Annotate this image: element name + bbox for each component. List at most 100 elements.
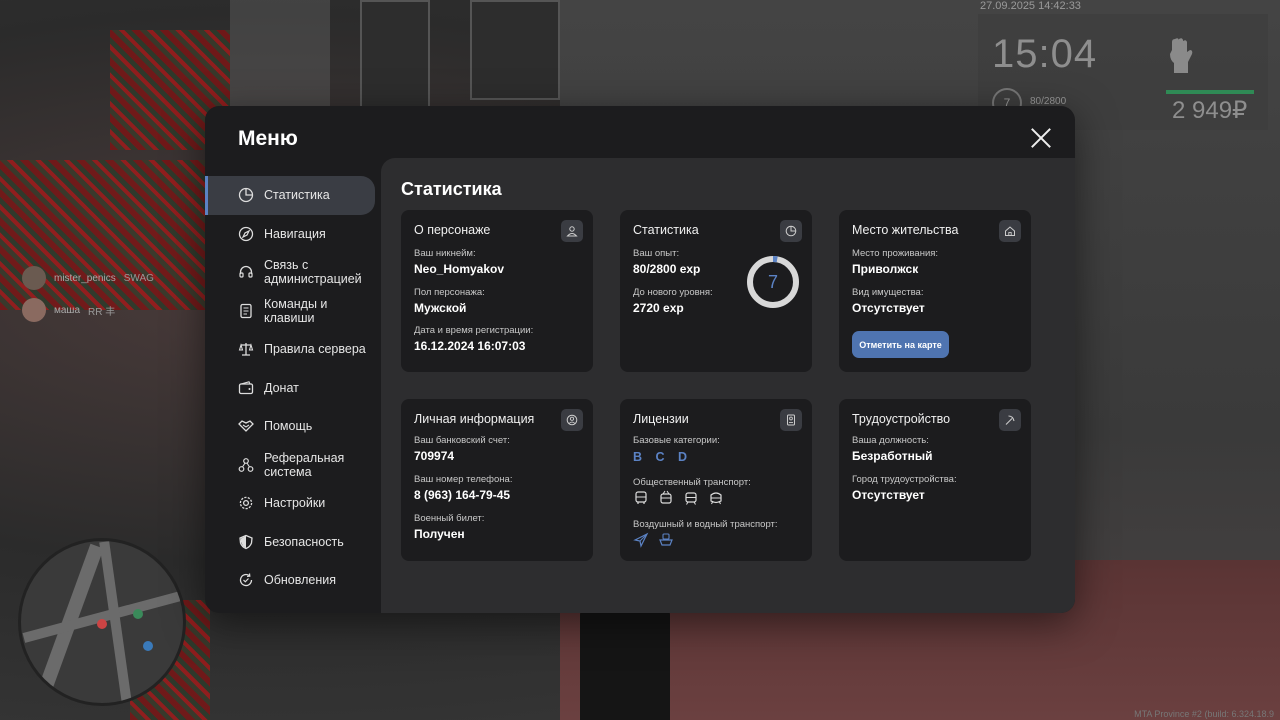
- level-number: 7: [767, 271, 778, 292]
- update-icon: [238, 572, 254, 588]
- network-icon: [238, 457, 254, 473]
- card-title: О персонаже: [414, 223, 491, 237]
- exp-label: Ваш опыт:: [633, 248, 680, 259]
- public-transport-icons: [633, 490, 724, 506]
- sidebar-item-label: Безопасность: [264, 534, 344, 549]
- sidebar-item-statistics[interactable]: Статистика: [205, 176, 375, 215]
- license-category: C: [655, 450, 668, 464]
- work-city-label: Город трудоустройства:: [852, 474, 957, 485]
- sidebar-item-referral[interactable]: Реферальная система: [205, 446, 381, 485]
- headset-icon: [238, 264, 254, 280]
- map-marker: [143, 641, 153, 651]
- chat-username: mister_penics: [54, 272, 116, 284]
- avatar: [22, 298, 46, 322]
- stats-card: Статистика Ваш опыт: 80/2800 exp До ново…: [620, 210, 812, 372]
- map-marker: [133, 609, 143, 619]
- player-marker: [97, 619, 107, 629]
- registration-value: 16.12.2024 16:07:03: [414, 339, 526, 353]
- sidebar-item-label: Навигация: [264, 226, 326, 241]
- sidebar-item-donate[interactable]: Донат: [205, 369, 381, 408]
- sidebar-item-security[interactable]: Безопасность: [205, 523, 381, 562]
- character-card: О персонаже Ваш никнейм: Neo_Homyakov По…: [401, 210, 593, 372]
- employment-card: Трудоустройство Ваша должность: Безработ…: [839, 399, 1031, 561]
- place-label: Место проживания:: [852, 248, 939, 259]
- bank-label: Ваш банковский счет:: [414, 435, 510, 446]
- sidebar-item-help[interactable]: Помощь: [205, 407, 381, 446]
- sidebar-item-rules[interactable]: Правила сервера: [205, 330, 381, 369]
- hud-clock: 15:04: [992, 32, 1098, 76]
- handshake-icon: [238, 418, 254, 434]
- sidebar-item-settings[interactable]: Настройки: [205, 484, 381, 523]
- voice-chat-row: маша RR 丰: [22, 294, 154, 326]
- military-value: Получен: [414, 527, 465, 541]
- health-bar: [1166, 90, 1254, 94]
- chat-tag: RR 丰: [88, 306, 116, 318]
- fist-icon: [1166, 36, 1196, 74]
- position-value: Безработный: [852, 449, 933, 463]
- sidebar-item-label: Статистика: [264, 188, 330, 203]
- sidebar-item-label: Донат: [264, 380, 299, 395]
- sidebar-item-commands[interactable]: Команды и клавиши: [205, 292, 381, 331]
- sidebar-item-label: Обновления: [264, 573, 336, 588]
- license-icon: [780, 409, 802, 431]
- tram-icon: [683, 490, 699, 506]
- sidebar-item-label: Команды и клавиши: [264, 296, 328, 325]
- document-icon: [238, 303, 254, 319]
- card-title: Место жительства: [852, 223, 959, 237]
- hud-datetime: 27.09.2025 14:42:33: [980, 0, 1081, 12]
- close-button[interactable]: [1029, 126, 1053, 150]
- sidebar-item-navigation[interactable]: Навигация: [205, 215, 381, 254]
- position-label: Ваша должность:: [852, 435, 929, 446]
- sidebar-item-label: Помощь: [264, 419, 313, 434]
- card-title: Трудоустройство: [852, 412, 951, 426]
- trolleybus-icon: [658, 490, 674, 506]
- user-icon: [561, 220, 583, 242]
- card-title: Лицензии: [633, 412, 689, 426]
- phone-value: 8 (963) 164-79-45: [414, 488, 511, 502]
- military-label: Военный билет:: [414, 513, 485, 524]
- next-level-value: 2720 exp: [633, 301, 684, 315]
- menu-window: Меню Статистика Навигация Связь с админи…: [205, 106, 1075, 613]
- sidebar-item-updates[interactable]: Обновления: [205, 561, 381, 600]
- person-circle-icon: [561, 409, 583, 431]
- wallet-icon: [238, 380, 254, 396]
- mark-on-map-button[interactable]: Отметить на карте: [852, 331, 949, 358]
- building-window: [470, 0, 560, 100]
- shield-icon: [238, 534, 254, 550]
- license-category: D: [678, 450, 691, 464]
- property-label: Вид имущества:: [852, 287, 924, 298]
- gear-icon: [238, 495, 254, 511]
- bank-value: 709974: [414, 449, 455, 463]
- building-window: [360, 0, 430, 110]
- page-title: Статистика: [401, 179, 502, 199]
- place-value: Приволжск: [852, 262, 919, 276]
- base-categories-label: Базовые категории:: [633, 435, 720, 446]
- sidebar-item-label: Правила сервера: [264, 342, 366, 357]
- player-character: [580, 605, 670, 720]
- chat-username: маша: [54, 304, 81, 316]
- sidebar-item-label: Связь с администрацией: [264, 258, 362, 287]
- card-title: Статистика: [633, 223, 699, 237]
- compass-icon: [238, 226, 254, 242]
- hud-money: 2 949₽: [1172, 97, 1248, 124]
- card-title: Личная информация: [414, 412, 535, 426]
- stats-pie-icon: [780, 220, 802, 242]
- air-water-transport-label: Воздушный и водный транспорт:: [633, 519, 778, 530]
- work-city-value: Отсутствует: [852, 488, 925, 502]
- build-info: MTA Province #2 (build: 6.324.18.9: [1134, 709, 1274, 719]
- nickname-label: Ваш никнейм:: [414, 248, 476, 259]
- licenses-card: Лицензии Базовые категории: B C D Общест…: [620, 399, 812, 561]
- gender-value: Мужской: [414, 301, 467, 315]
- air-water-transport-icons: [633, 532, 674, 548]
- registration-label: Дата и время регистрации:: [414, 325, 534, 336]
- public-transport-label: Общественный транспорт:: [633, 477, 751, 488]
- menu-title: Меню: [238, 127, 298, 150]
- chat-tag: SWAG: [123, 272, 154, 284]
- sidebar-item-admin-contact[interactable]: Связь с администрацией: [205, 253, 381, 292]
- residence-card: Место жительства Место проживания: Приво…: [839, 210, 1031, 372]
- pickaxe-icon: [999, 409, 1021, 431]
- license-categories: B C D: [633, 450, 694, 464]
- property-value: Отсутствует: [852, 301, 925, 315]
- phone-label: Ваш номер телефона:: [414, 474, 513, 485]
- content-panel: Статистика О персонаже Ваш никнейм: Neo_…: [381, 158, 1075, 613]
